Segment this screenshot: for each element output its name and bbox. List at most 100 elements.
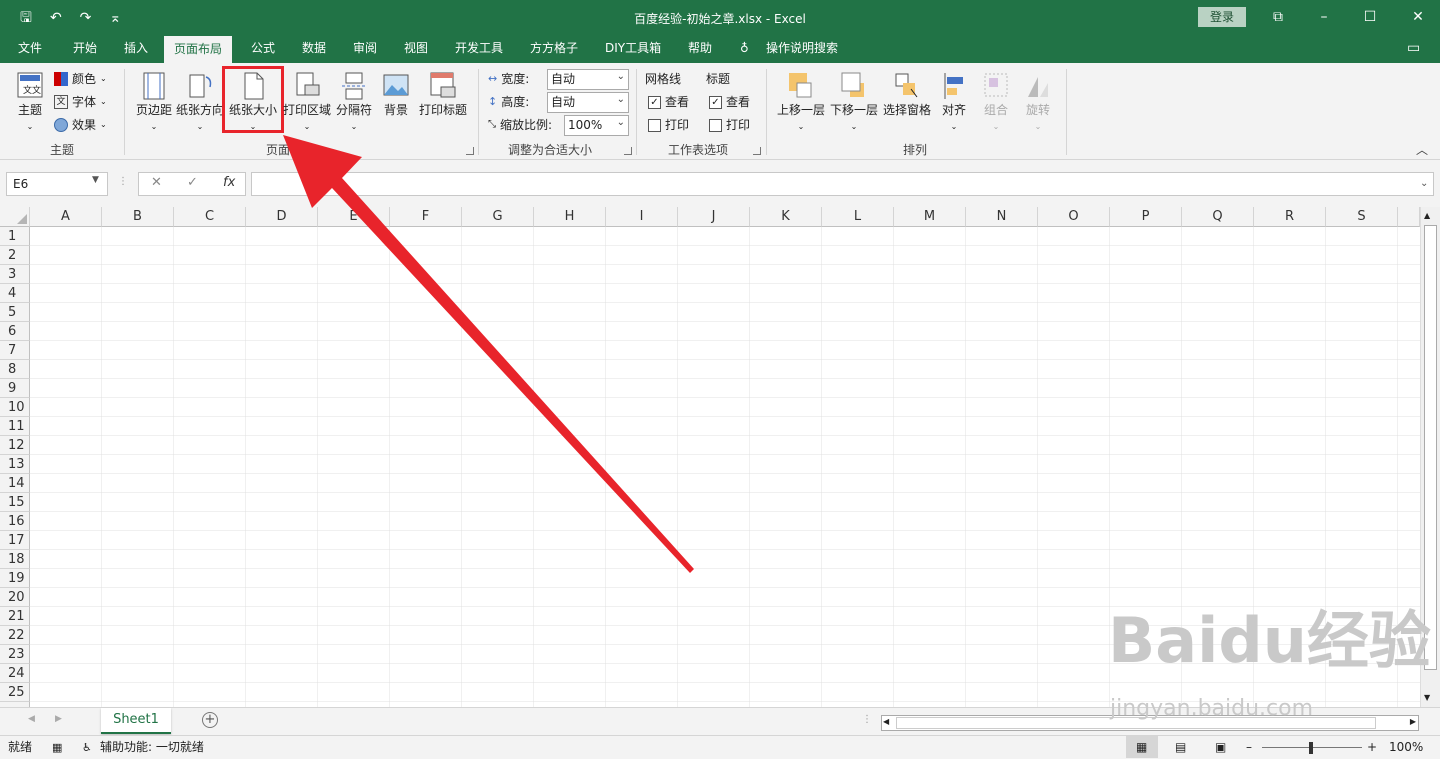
themes-button[interactable]: 文文 主题 ⌄ — [12, 71, 48, 132]
headings-print-checkbox[interactable]: 打印 — [709, 115, 750, 135]
scroll-left-icon[interactable]: ◀ — [883, 717, 889, 726]
row-header[interactable]: 24 — [0, 664, 30, 683]
row-header[interactable]: 3 — [0, 265, 30, 284]
row-header[interactable]: 17 — [0, 531, 30, 550]
row-header[interactable]: 25 — [0, 683, 30, 702]
row-header[interactable]: 22 — [0, 626, 30, 645]
send-backward-button[interactable]: 下移一层 ⌄ — [828, 71, 880, 132]
accessibility-icon[interactable]: ♿ — [82, 736, 92, 759]
column-header[interactable]: E — [318, 207, 390, 227]
scroll-right-icon[interactable]: ▶ — [1410, 717, 1416, 726]
page-setup-launcher-icon[interactable] — [466, 147, 474, 155]
tab-fangfang[interactable]: 方方格子 — [530, 36, 578, 63]
tab-insert[interactable]: 插入 — [124, 36, 148, 63]
gridlines-print-checkbox[interactable]: 打印 — [648, 115, 689, 135]
zoom-in-icon[interactable]: + — [1367, 736, 1377, 759]
accessibility-status[interactable]: 辅助功能: 一切就绪 — [100, 736, 204, 759]
close-icon[interactable]: ✕ — [1406, 6, 1430, 28]
row-header[interactable]: 21 — [0, 607, 30, 626]
name-box-dropdown-icon[interactable]: ▼ — [92, 175, 99, 185]
bring-forward-button[interactable]: 上移一层 ⌄ — [775, 71, 827, 132]
headings-view-checkbox[interactable]: ✓ 查看 — [709, 92, 750, 112]
normal-view-icon[interactable]: ▦ — [1136, 736, 1147, 759]
column-header[interactable]: C — [174, 207, 246, 227]
tab-data[interactable]: 数据 — [302, 36, 326, 63]
column-header-partial[interactable] — [1398, 207, 1420, 227]
insert-function-icon[interactable]: fx — [223, 175, 235, 190]
column-header[interactable]: L — [822, 207, 894, 227]
column-header[interactable]: B — [102, 207, 174, 227]
row-header[interactable]: 6 — [0, 322, 30, 341]
row-header[interactable]: 11 — [0, 417, 30, 436]
row-header[interactable]: 7 — [0, 341, 30, 360]
row-header[interactable]: 13 — [0, 455, 30, 474]
row-header[interactable]: 19 — [0, 569, 30, 588]
column-header[interactable]: M — [894, 207, 966, 227]
row-header[interactable]: 10 — [0, 398, 30, 417]
row-header[interactable]: 2 — [0, 246, 30, 265]
page-break-preview-icon[interactable]: ▣ — [1215, 736, 1226, 759]
print-titles-button[interactable]: 打印标题 — [418, 71, 468, 118]
tab-formulas[interactable]: 公式 — [251, 36, 275, 63]
next-sheet-icon[interactable]: ▶ — [55, 714, 62, 724]
rotate-button[interactable]: 旋转 ⌄ — [1022, 71, 1054, 132]
column-header[interactable]: N — [966, 207, 1038, 227]
row-header[interactable]: 4 — [0, 284, 30, 303]
column-header[interactable]: G — [462, 207, 534, 227]
column-header[interactable]: J — [678, 207, 750, 227]
sheet-tab[interactable]: Sheet1 — [101, 708, 171, 734]
row-header[interactable]: 12 — [0, 436, 30, 455]
page-layout-view-icon[interactable]: ▤ — [1175, 736, 1186, 759]
align-button[interactable]: 对齐 ⌄ — [937, 71, 971, 132]
tell-me-search[interactable]: 操作说明搜索 — [766, 36, 838, 63]
row-header[interactable]: 5 — [0, 303, 30, 322]
row-header[interactable]: 15 — [0, 493, 30, 512]
enter-icon[interactable]: ✓ — [187, 175, 198, 190]
row-header[interactable]: 8 — [0, 360, 30, 379]
group-objects-button[interactable]: 组合 ⌄ — [980, 71, 1012, 132]
zoom-slider-thumb[interactable] — [1309, 742, 1313, 754]
row-header[interactable]: 1 — [0, 227, 30, 246]
ribbon-display-options-icon[interactable]: ⧉ — [1266, 6, 1290, 28]
row-header[interactable]: 23 — [0, 645, 30, 664]
formula-input[interactable] — [251, 172, 1434, 196]
row-header[interactable]: 18 — [0, 550, 30, 569]
column-header[interactable]: A — [30, 207, 102, 227]
tab-file[interactable]: 文件 — [18, 36, 42, 63]
sheet-options-launcher-icon[interactable] — [753, 147, 761, 155]
column-header[interactable]: Q — [1182, 207, 1254, 227]
theme-effects-button[interactable]: 效果 ⌄ — [54, 115, 107, 135]
column-header[interactable]: K — [750, 207, 822, 227]
scroll-down-icon[interactable]: ▼ — [1424, 693, 1430, 702]
tab-home[interactable]: 开始 — [73, 36, 97, 63]
column-header[interactable]: S — [1326, 207, 1398, 227]
column-header[interactable]: D — [246, 207, 318, 227]
tab-developer[interactable]: 开发工具 — [455, 36, 503, 63]
column-header[interactable]: O — [1038, 207, 1110, 227]
minimize-icon[interactable]: – — [1312, 6, 1336, 28]
print-area-button[interactable]: 打印区域 ⌄ — [283, 71, 331, 132]
tab-split-grip-icon[interactable]: ⋮ — [862, 714, 872, 725]
prev-sheet-icon[interactable]: ◀ — [28, 714, 35, 724]
tab-review[interactable]: 审阅 — [353, 36, 377, 63]
zoom-level[interactable]: 100% — [1389, 736, 1423, 759]
login-button[interactable]: 登录 — [1198, 7, 1246, 27]
margins-button[interactable]: 页边距 ⌄ — [134, 71, 174, 132]
undo-icon[interactable]: ↶ — [50, 8, 62, 28]
scale-spinner[interactable]: 100% — [564, 113, 629, 136]
height-dropdown[interactable]: 自动 — [547, 90, 629, 113]
theme-colors-button[interactable]: 颜色 ⌄ — [54, 69, 107, 89]
width-dropdown[interactable]: 自动 — [547, 67, 629, 90]
column-header[interactable]: H — [534, 207, 606, 227]
select-all-corner[interactable] — [0, 207, 30, 227]
cancel-icon[interactable]: ✕ — [151, 175, 162, 190]
gridlines-view-checkbox[interactable]: ✓ 查看 — [648, 92, 689, 112]
theme-fonts-button[interactable]: 文 字体 ⌄ — [54, 92, 107, 112]
tab-page-layout[interactable]: 页面布局 — [164, 36, 233, 63]
row-header[interactable]: 14 — [0, 474, 30, 493]
tab-help[interactable]: 帮助 — [688, 36, 712, 63]
selection-pane-button[interactable]: 选择窗格 — [881, 71, 933, 118]
tab-diy-toolbox[interactable]: DIY工具箱 — [605, 36, 661, 63]
background-button[interactable]: 背景 — [380, 71, 412, 118]
row-header[interactable]: 16 — [0, 512, 30, 531]
